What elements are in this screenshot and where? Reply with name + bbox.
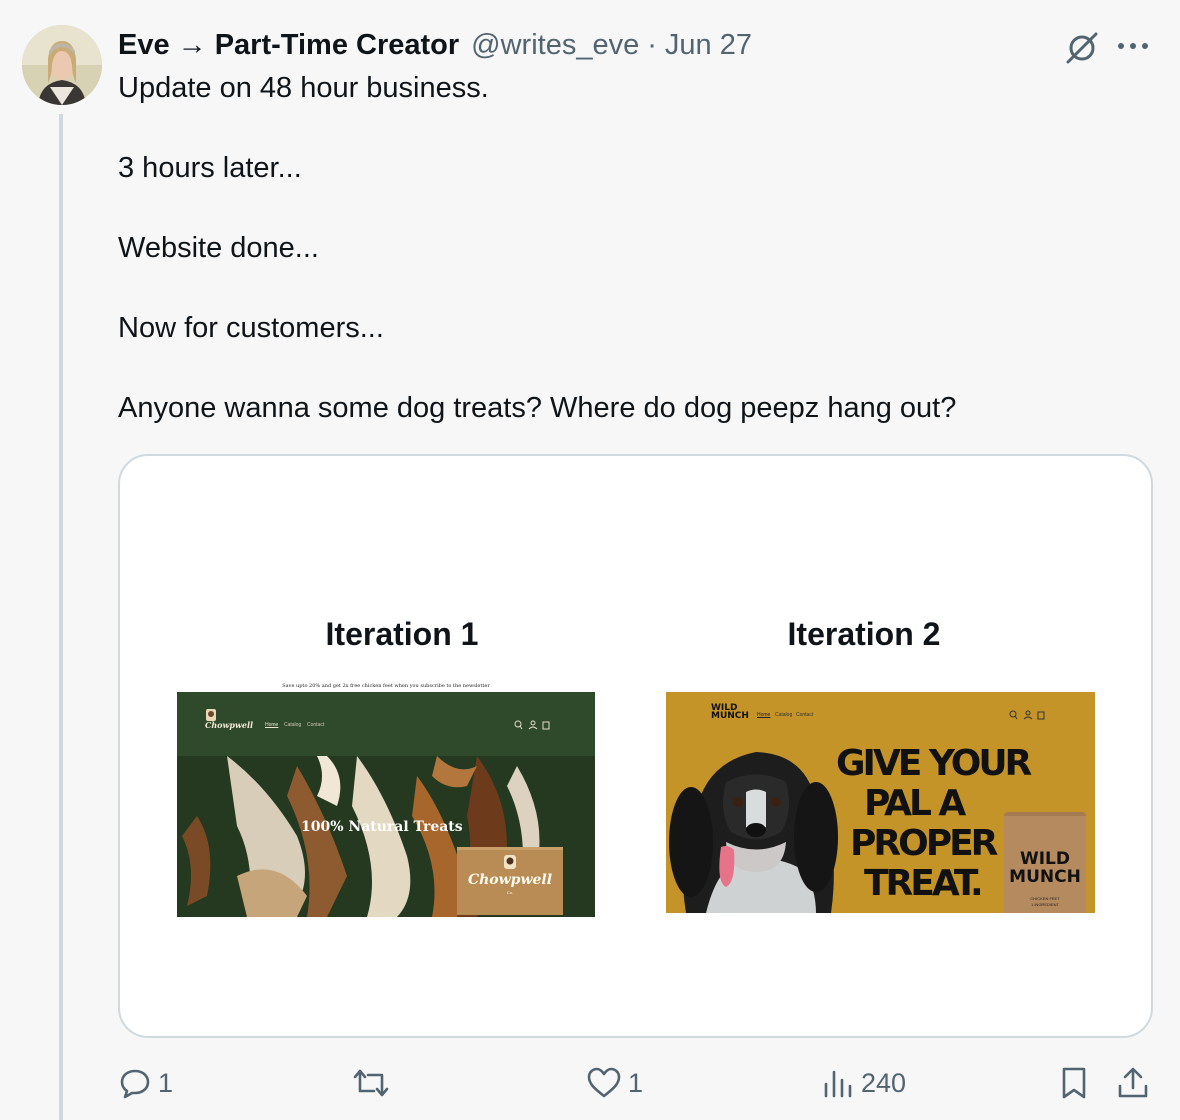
iteration-1-announcement: Save upto 20% and get 2x free chicken fe… <box>282 683 490 689</box>
tweet-line: Website done... <box>118 232 319 264</box>
reply-button[interactable]: 1 <box>118 1058 173 1108</box>
like-count: 1 <box>628 1067 644 1098</box>
tweet-line: Anyone wanna some dog treats? Where do d… <box>118 392 957 424</box>
iteration-2-nav-home: Home <box>757 712 771 718</box>
tweet-header: Eve → Part-Time Creator @writes_eve · Ju… <box>118 25 752 65</box>
tweet-line: Now for customers... <box>118 312 384 344</box>
timestamp[interactable]: Jun 27 <box>665 25 752 65</box>
iteration-1-product-box: Chowpwell Co. <box>457 847 563 915</box>
grok-icon[interactable] <box>1062 27 1102 67</box>
iteration-1-nav-contact: Contact <box>307 722 325 728</box>
more-icon[interactable] <box>1112 27 1156 67</box>
views-icon <box>824 1070 852 1098</box>
iteration-2-hero-line-1: GIVE YOUR <box>836 743 1032 784</box>
views-button[interactable]: 240 <box>821 1058 906 1108</box>
iteration-2-title: Iteration 2 <box>787 616 941 652</box>
iteration-1-box-logo: Chowpwell <box>467 872 553 888</box>
author-avatar[interactable] <box>22 25 102 105</box>
iteration-1-title: Iteration 1 <box>325 616 479 652</box>
tweet-line: 3 hours later... <box>118 152 302 184</box>
media-card[interactable]: Iteration 1 Iteration 2 Save upto 20% an… <box>118 454 1153 1038</box>
like-button[interactable]: 1 <box>586 1058 643 1108</box>
iteration-1-hero-text: 100% Natural Treats <box>301 819 463 835</box>
iteration-2-pack-sub: CHICKEN FEET <box>1030 896 1060 901</box>
iteration-2-screenshot: WILD MUNCH Home Catalog Contact GIVE YOU… <box>666 692 1095 913</box>
share-button[interactable] <box>1116 1058 1150 1108</box>
iteration-2-pack-sub2: 1 INGREDIENT <box>1030 902 1059 907</box>
thread-line <box>59 114 63 1120</box>
bookmark-icon <box>1062 1067 1086 1099</box>
display-name[interactable]: Eve → Part-Time Creator <box>118 25 459 65</box>
iteration-2-hero-line-3: PROPER <box>850 823 998 864</box>
iteration-1-navbar: Chowpwell Home Catalog Contact <box>177 692 595 756</box>
iteration-2-pack-label: WILD MUNCH <box>1009 849 1081 887</box>
tweet-line: Update on 48 hour business. <box>118 72 489 104</box>
like-icon <box>587 1067 621 1098</box>
iteration-2-hero-line-2: PAL A <box>864 783 966 824</box>
reply-icon <box>120 1069 150 1099</box>
bookmark-button[interactable] <box>1058 1058 1090 1108</box>
views-count: 240 <box>861 1067 907 1098</box>
iteration-1-nav-home: Home <box>265 722 279 728</box>
iteration-2-logo: WILD MUNCH <box>711 703 749 721</box>
iteration-1-logo: Chowpwell <box>205 720 254 730</box>
share-icon <box>1118 1067 1148 1098</box>
iteration-2-nav-contact: Contact <box>796 712 814 718</box>
iteration-2-hero-line-4: TREAT. <box>864 863 984 904</box>
iteration-2-nav-catalog: Catalog <box>775 712 793 718</box>
retweet-button[interactable] <box>352 1058 396 1108</box>
iteration-1-box-sub: Co. <box>506 890 514 895</box>
separator: · <box>647 29 657 61</box>
retweet-icon <box>353 1069 389 1097</box>
iteration-2-product-pack: WILD MUNCH CHICKEN FEET 1 INGREDIENT <box>1004 812 1086 913</box>
reply-count: 1 <box>158 1067 174 1098</box>
iteration-1-nav-catalog: Catalog <box>284 722 302 728</box>
dog-image <box>669 752 838 913</box>
handle[interactable]: @writes_eve <box>471 25 639 65</box>
iteration-1-screenshot: Chowpwell Home Catalog Contact 100% Natu… <box>177 692 595 917</box>
tweet-actions: 1 1 240 <box>0 1058 1180 1108</box>
